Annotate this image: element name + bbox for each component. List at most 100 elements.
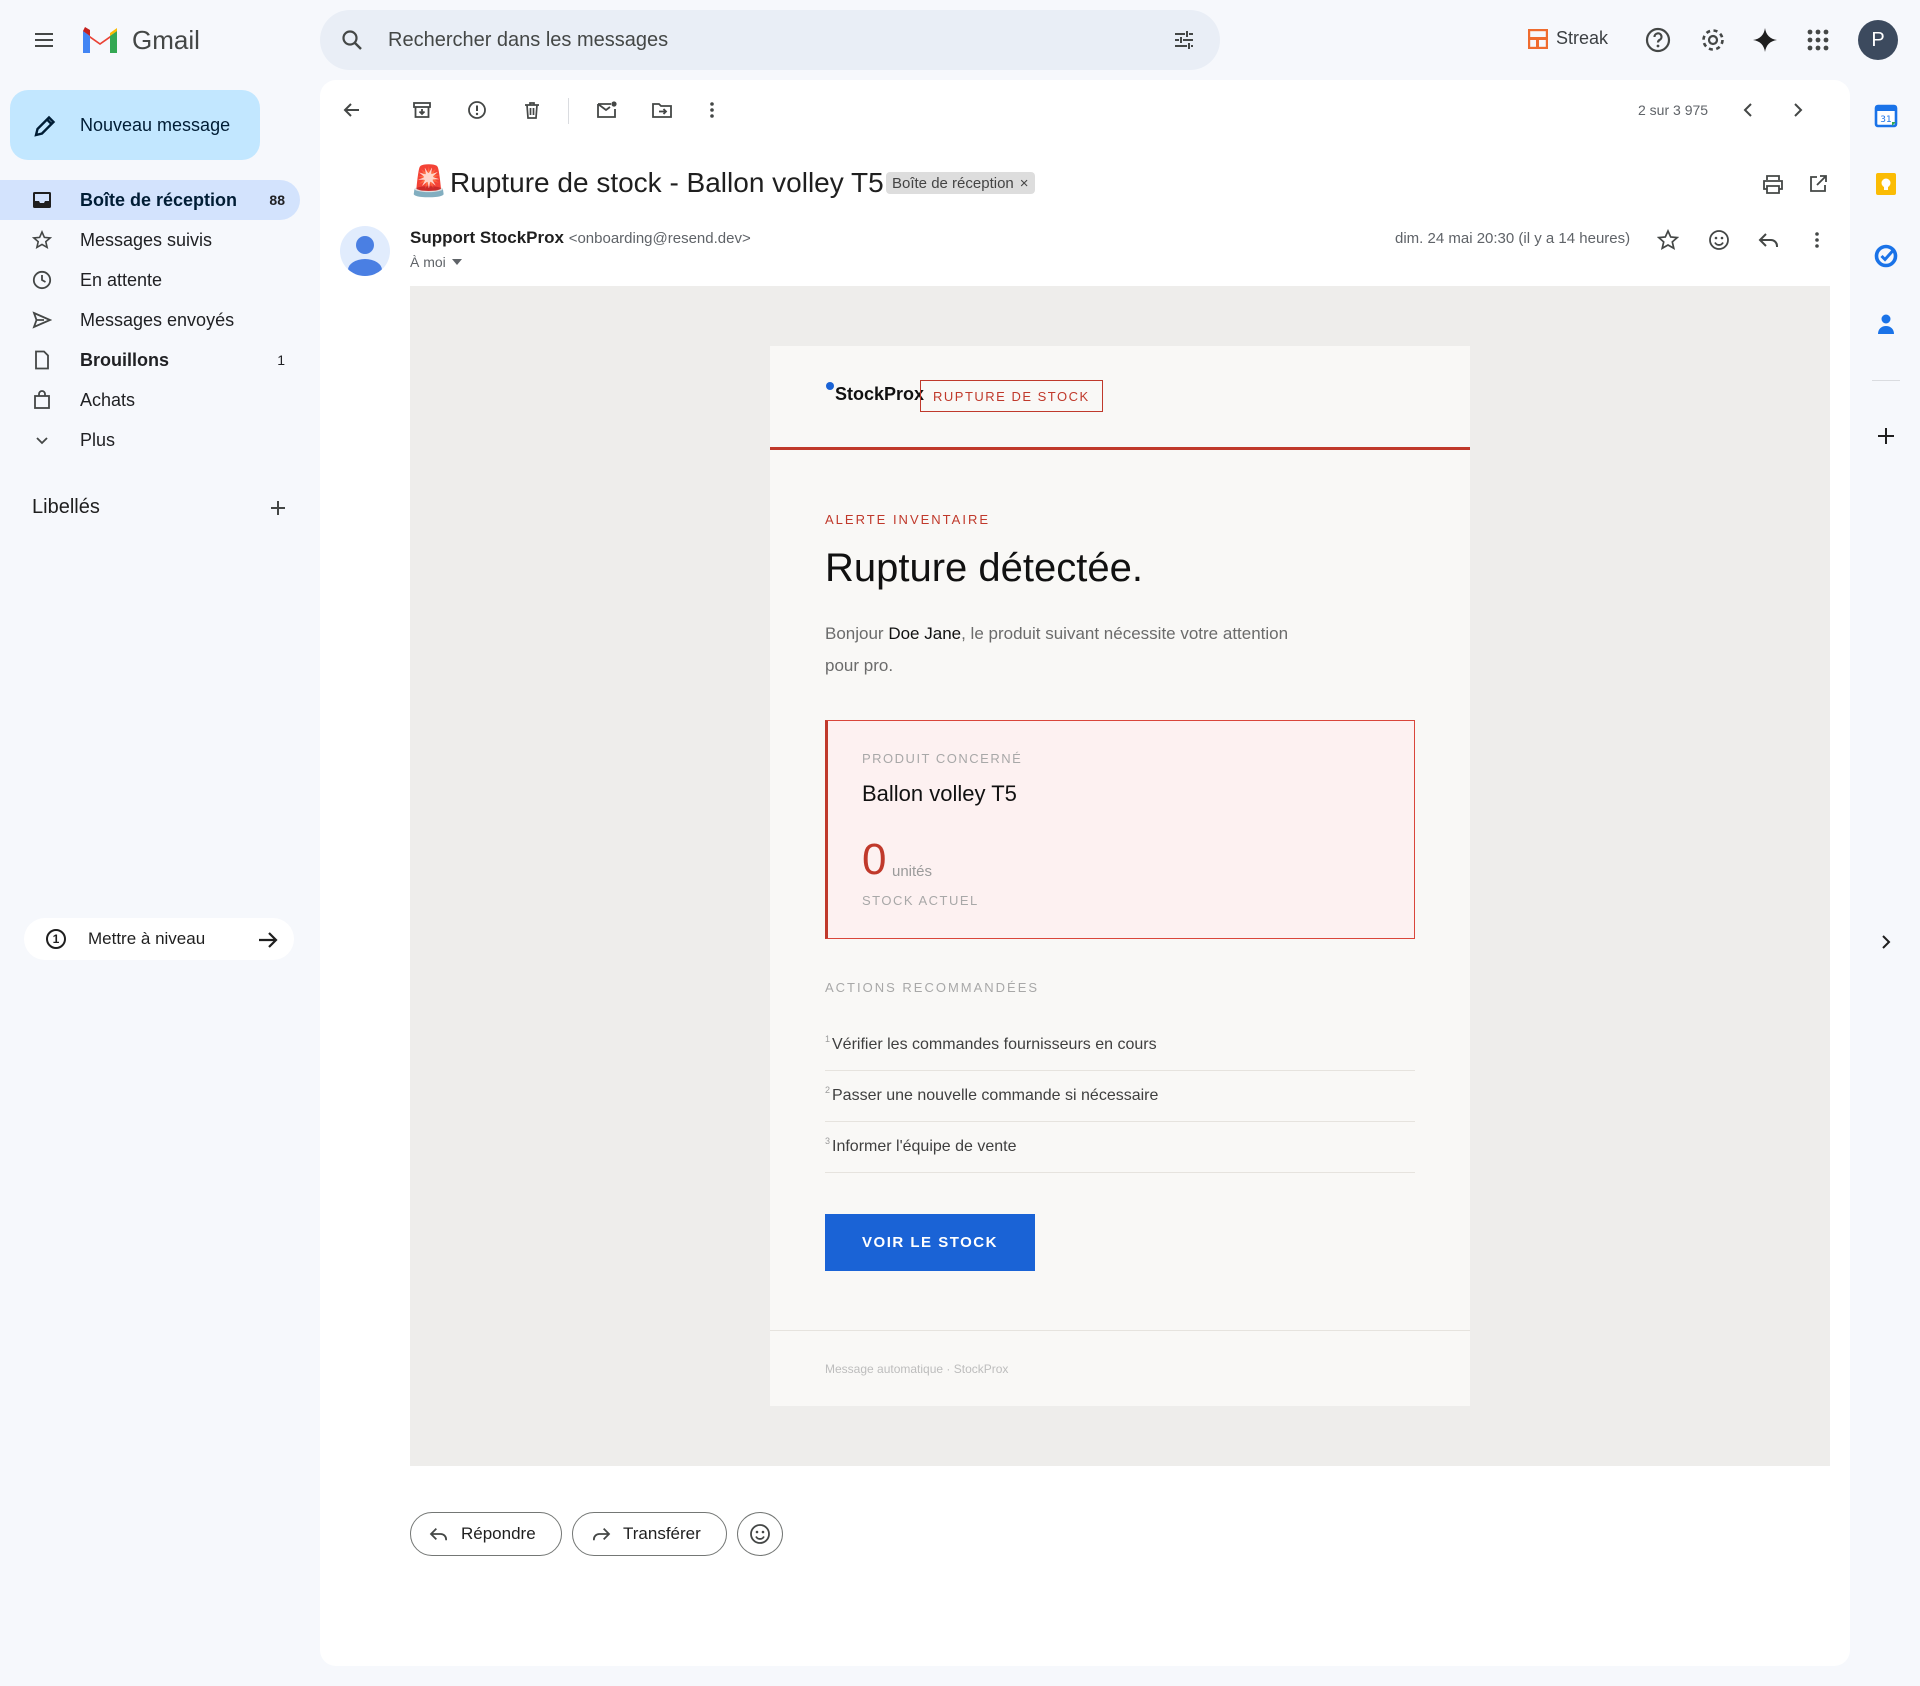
reply-icon	[429, 1528, 447, 1541]
keep-app-button[interactable]	[1870, 168, 1902, 200]
folder-move-icon	[652, 103, 672, 118]
sidebar-item-snoozed[interactable]: En attente	[0, 260, 300, 300]
archive-button[interactable]	[402, 90, 442, 130]
help-button[interactable]	[1634, 16, 1682, 64]
react-emoji-button[interactable]	[737, 1512, 783, 1556]
contacts-person-icon	[1878, 314, 1894, 334]
action-number: 3	[825, 1136, 831, 1146]
gear-icon	[1702, 29, 1724, 51]
print-icon	[1763, 175, 1783, 194]
compose-button[interactable]: Nouveau message	[10, 90, 260, 160]
unread-count: 88	[269, 192, 285, 208]
add-reaction-button[interactable]	[1699, 220, 1739, 260]
greeting-start: Bonjour	[825, 624, 889, 643]
plus-icon	[271, 501, 285, 515]
email-footer: Message automatique · StockProx	[825, 1362, 1009, 1376]
apps-button[interactable]	[1794, 16, 1842, 64]
pagination-text: 2 sur 3 975	[1638, 102, 1709, 118]
sidebar-item-more[interactable]: Plus	[0, 420, 300, 460]
arrow-left-icon	[343, 103, 359, 117]
chevron-left-icon	[1743, 103, 1752, 117]
delete-button[interactable]	[512, 90, 552, 130]
sender-name[interactable]: Support StockProx	[410, 228, 564, 247]
reply-icon	[1758, 233, 1778, 247]
action-text: Vérifier les commandes fournisseurs en c…	[832, 1036, 1157, 1053]
remove-label-button[interactable]: ×	[1020, 175, 1029, 192]
back-button[interactable]	[332, 90, 372, 130]
sidebar-item-drafts[interactable]: Brouillons 1	[0, 340, 300, 380]
gemini-button[interactable]	[1741, 16, 1789, 64]
sender-avatar[interactable]	[340, 226, 390, 276]
gmail-logo[interactable]: Gmail	[80, 22, 200, 58]
expand-side-panel-button[interactable]	[1870, 926, 1902, 958]
reply-button[interactable]: Répondre	[410, 1512, 562, 1556]
sidebar-item-inbox[interactable]: Boîte de réception 88	[0, 180, 300, 220]
open-external-icon	[1810, 175, 1827, 192]
sidebar-item-sent[interactable]: Messages envoyés	[0, 300, 300, 340]
recipient-toggle[interactable]: À moi	[410, 254, 462, 270]
message-more-button[interactable]	[1797, 220, 1837, 260]
calendar-app-button[interactable]: 31	[1870, 100, 1902, 132]
get-addons-button[interactable]	[1870, 420, 1902, 452]
arrow-right-icon	[259, 932, 278, 948]
report-spam-button[interactable]	[457, 90, 497, 130]
contacts-app-button[interactable]	[1870, 308, 1902, 340]
cta-label: VOIR LE STOCK	[862, 1234, 998, 1251]
product-alert-box: PRODUIT CONCERNÉ Ballon volley T5 0 unit…	[825, 720, 1415, 939]
streak-button[interactable]: Streak	[1528, 28, 1608, 49]
menu-icon	[35, 33, 53, 47]
star-icon	[32, 230, 52, 250]
chevron-down-icon	[36, 437, 48, 445]
open-new-window-button[interactable]	[1798, 164, 1838, 204]
print-button[interactable]	[1753, 164, 1793, 204]
search-icon[interactable]	[340, 28, 364, 52]
search-bar[interactable]: Rechercher dans les messages	[320, 10, 1220, 70]
upgrade-badge-icon: 1	[46, 929, 66, 949]
sidebar-item-label: Messages envoyés	[80, 310, 235, 330]
upgrade-button[interactable]: 1 Mettre à niveau	[24, 918, 294, 960]
brand-dot	[826, 382, 834, 390]
sidebar-item-starred[interactable]: Messages suivis	[0, 220, 300, 260]
gmail-wordmark: Gmail	[132, 24, 200, 55]
customer-name: Doe Jane	[888, 624, 962, 643]
more-vert-icon	[710, 102, 714, 118]
newer-button[interactable]	[1728, 90, 1768, 130]
tasks-icon	[1874, 244, 1898, 268]
action-text: Informer l'équipe de vente	[832, 1138, 1017, 1155]
move-to-button[interactable]	[642, 90, 682, 130]
sidebar-item-label: Brouillons	[80, 350, 169, 370]
product-label: PRODUIT CONCERNÉ	[862, 751, 1023, 766]
action-item: 1 Vérifier les commandes fournisseurs en…	[825, 1020, 1415, 1071]
action-number: 2	[825, 1085, 831, 1095]
keep-notes-icon	[1876, 173, 1896, 195]
reply-icon-button[interactable]	[1749, 220, 1789, 260]
out-of-stock-badge: RUPTURE DE STOCK	[920, 380, 1103, 412]
svg-text:31: 31	[1880, 115, 1891, 125]
archive-icon	[413, 102, 431, 118]
chevron-right-icon	[1794, 103, 1803, 117]
add-label-button[interactable]	[264, 494, 292, 522]
mail-unread-icon	[597, 101, 617, 118]
sparkle-icon	[1753, 28, 1777, 52]
pencil-icon	[34, 115, 56, 137]
search-input[interactable]: Rechercher dans les messages	[388, 29, 668, 52]
star-message-button[interactable]	[1648, 220, 1688, 260]
sidebar-item-label: Messages suivis	[80, 230, 213, 250]
sidebar-item-label: Plus	[80, 430, 116, 450]
action-number: 1	[825, 1034, 831, 1044]
account-avatar[interactable]: P	[1858, 20, 1898, 60]
forward-button[interactable]: Transférer	[572, 1512, 727, 1556]
older-button[interactable]	[1778, 90, 1818, 130]
tasks-app-button[interactable]	[1870, 240, 1902, 272]
sidebar-item-purchases[interactable]: Achats	[0, 380, 300, 420]
settings-button[interactable]	[1689, 16, 1737, 64]
avatar-letter: P	[1871, 28, 1885, 51]
upgrade-badge-number: 1	[52, 932, 60, 946]
forward-label: Transférer	[623, 1524, 701, 1543]
mark-unread-button[interactable]	[587, 90, 627, 130]
more-actions-button[interactable]	[692, 90, 732, 130]
view-stock-button[interactable]: VOIR LE STOCK	[825, 1214, 1035, 1271]
label-chip-text: Boîte de réception	[892, 174, 1014, 192]
search-options-icon[interactable]	[1172, 28, 1196, 52]
main-menu-button[interactable]	[20, 16, 68, 64]
